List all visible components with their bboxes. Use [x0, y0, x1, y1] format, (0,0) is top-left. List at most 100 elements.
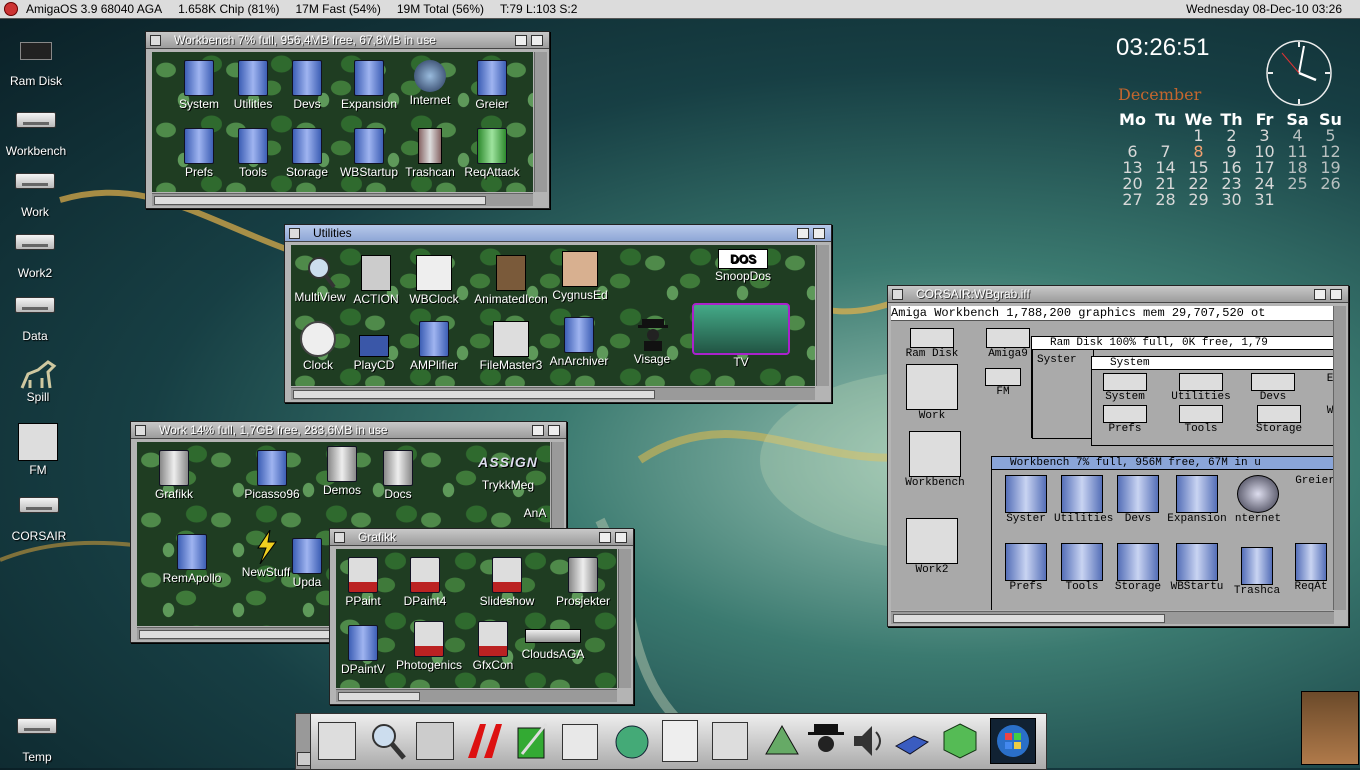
drive-icon [17, 718, 57, 748]
drawer-icon [1117, 543, 1159, 581]
close-gadget-icon[interactable] [892, 289, 903, 300]
magnifier-icon [306, 255, 336, 289]
horizontal-scrollbar[interactable] [291, 387, 815, 400]
icon-amplifier[interactable]: AMPlifier [397, 321, 471, 372]
icon-cygnused[interactable]: CygnusEd [543, 251, 617, 302]
cube-icon[interactable] [940, 718, 980, 762]
desktop-icon-work[interactable]: Work [0, 161, 70, 219]
icon-label: Work [21, 205, 49, 219]
zoom-gadget-icon[interactable] [599, 532, 611, 543]
icon-ana[interactable]: AnA [515, 506, 550, 520]
vertical-scrollbar[interactable] [534, 52, 547, 192]
drawer-icon [1295, 543, 1327, 581]
drive-icon[interactable] [892, 718, 932, 762]
editor-icon[interactable] [512, 718, 552, 762]
drawer-icon [568, 557, 598, 593]
depth-gadget-icon[interactable] [813, 228, 825, 239]
workbench-window[interactable]: Workbench 7% full, 956,4MB free, 67,8MB … [145, 31, 550, 209]
icon-cloudsaga[interactable]: CloudsAGA [516, 629, 590, 661]
icon-reqattack[interactable]: ReqAttack [455, 128, 529, 179]
calendar-day: 26 [1320, 174, 1341, 193]
desktop-icon-fm[interactable]: FM [3, 423, 73, 477]
vertical-scrollbar[interactable] [1333, 306, 1346, 610]
zoom-gadget-icon[interactable] [515, 35, 527, 46]
icon-wbclock[interactable]: WBClock [397, 255, 471, 306]
grafikk-window[interactable]: Grafikk PPaint DPaint4 Slideshow Prosjek… [329, 528, 634, 705]
search-icon[interactable] [368, 718, 408, 762]
icon-docs[interactable]: Docs [361, 450, 435, 501]
icon-snoopdos[interactable]: DOS SnoopDos [706, 249, 780, 283]
horizontal-scrollbar[interactable] [152, 193, 533, 206]
shell-icon[interactable] [318, 722, 356, 760]
dock-arrow-icon[interactable] [297, 752, 311, 766]
action-icon[interactable] [712, 722, 748, 760]
vertical-scrollbar[interactable] [816, 245, 829, 386]
desktop-icon-workbench[interactable]: Workbench [1, 100, 71, 158]
picasso-icon[interactable] [662, 720, 698, 762]
close-gadget-icon[interactable] [150, 35, 161, 46]
horizontal-scrollbar[interactable] [891, 611, 1334, 624]
window-titlebar[interactable]: Grafikk [330, 529, 633, 546]
image-viewer-window[interactable]: CORSAIR:WBgrab.iff Amiga Workbench 1,788… [887, 285, 1349, 627]
icon-anarchiver[interactable]: AnArchiver [539, 317, 619, 368]
zoom-gadget-icon[interactable] [1314, 289, 1326, 300]
icon-dpaint4[interactable]: DPaint4 [388, 557, 462, 608]
window-titlebar[interactable]: Work 14% full, 1,7GB free, 283,6MB in us… [131, 422, 566, 439]
tool-icon[interactable] [762, 718, 802, 762]
icon-grafikk[interactable]: Grafikk [137, 450, 211, 501]
desktop-icon-ram-disk[interactable]: Ram Disk [1, 34, 71, 88]
icon-trykkmeg[interactable]: ASSIGN TrykkMeg [463, 454, 550, 492]
depth-gadget-icon[interactable] [1330, 289, 1342, 300]
icon-tv[interactable]: TV [691, 303, 791, 369]
icon-picasso96[interactable]: Picasso96 [235, 450, 309, 501]
amiga-logo-icon[interactable] [4, 2, 18, 16]
horizontal-scrollbar[interactable] [336, 689, 617, 702]
desktop-icon-corsair[interactable]: CORSAIR [4, 485, 74, 543]
icon-prosjekter[interactable]: Prosjekter [546, 557, 617, 608]
vertical-scrollbar[interactable] [618, 549, 631, 688]
window-titlebar[interactable]: Workbench 7% full, 956,4MB free, 67,8MB … [146, 32, 549, 49]
depth-gadget-icon[interactable] [531, 35, 543, 46]
close-gadget-icon[interactable] [334, 532, 345, 543]
depth-gadget-icon[interactable] [548, 425, 560, 436]
grab-icon: Tools [1054, 543, 1110, 593]
depth-gadget-icon[interactable] [615, 532, 627, 543]
icon-label: Photogenics [395, 658, 463, 672]
desktop-icon-data[interactable]: Data [0, 285, 70, 343]
window-titlebar[interactable]: CORSAIR:WBgrab.iff [888, 286, 1348, 303]
zoom-gadget-icon[interactable] [532, 425, 544, 436]
desktop-icon-temp[interactable]: Temp [2, 706, 72, 764]
desktop-icon-spill[interactable]: Spill [3, 358, 73, 404]
icon-photogenics[interactable]: Photogenics [392, 621, 466, 672]
globe-icon [414, 60, 446, 92]
doomguy-face-icon[interactable] [1301, 691, 1359, 765]
icon-slideshow[interactable]: Slideshow [470, 557, 544, 608]
zoom-gadget-icon[interactable] [797, 228, 809, 239]
calendar-header: Mo [1119, 110, 1146, 129]
filemaster-icon[interactable] [416, 722, 454, 760]
speaker-icon[interactable] [848, 718, 888, 762]
close-gadget-icon[interactable] [135, 425, 146, 436]
windows-icon[interactable] [990, 718, 1036, 764]
desktop-icon-work2[interactable]: Work2 [0, 222, 70, 280]
icon-upda[interactable]: Upda [287, 538, 327, 589]
browser-icon[interactable] [562, 724, 598, 760]
icon-visage[interactable]: Visage [615, 317, 689, 366]
anarchiver-icon[interactable] [464, 718, 504, 762]
icon-label: Internet [409, 93, 451, 107]
icon-remapollo[interactable]: RemApollo [155, 534, 229, 585]
icon-greier[interactable]: Greier [455, 60, 529, 111]
close-gadget-icon[interactable] [289, 228, 300, 239]
window-titlebar[interactable]: Utilities [285, 225, 831, 242]
icon-label: Work2 [915, 564, 949, 576]
assign-logo-icon: ASSIGN [478, 454, 538, 470]
grab-icon: Devs [1110, 475, 1166, 525]
drawer-icon [1061, 543, 1103, 581]
icon-dpaintv[interactable]: DPaintV [336, 625, 400, 676]
window-title: Work 14% full, 1,7GB free, 283,6MB in us… [159, 423, 388, 437]
internet-icon[interactable] [612, 718, 652, 762]
utilities-window[interactable]: Utilities MultiView ACTION WBClock Anima… [284, 224, 832, 403]
ram-disk-icon [910, 328, 954, 348]
visage-icon[interactable] [806, 718, 846, 762]
icon-label: FM [996, 386, 1010, 398]
